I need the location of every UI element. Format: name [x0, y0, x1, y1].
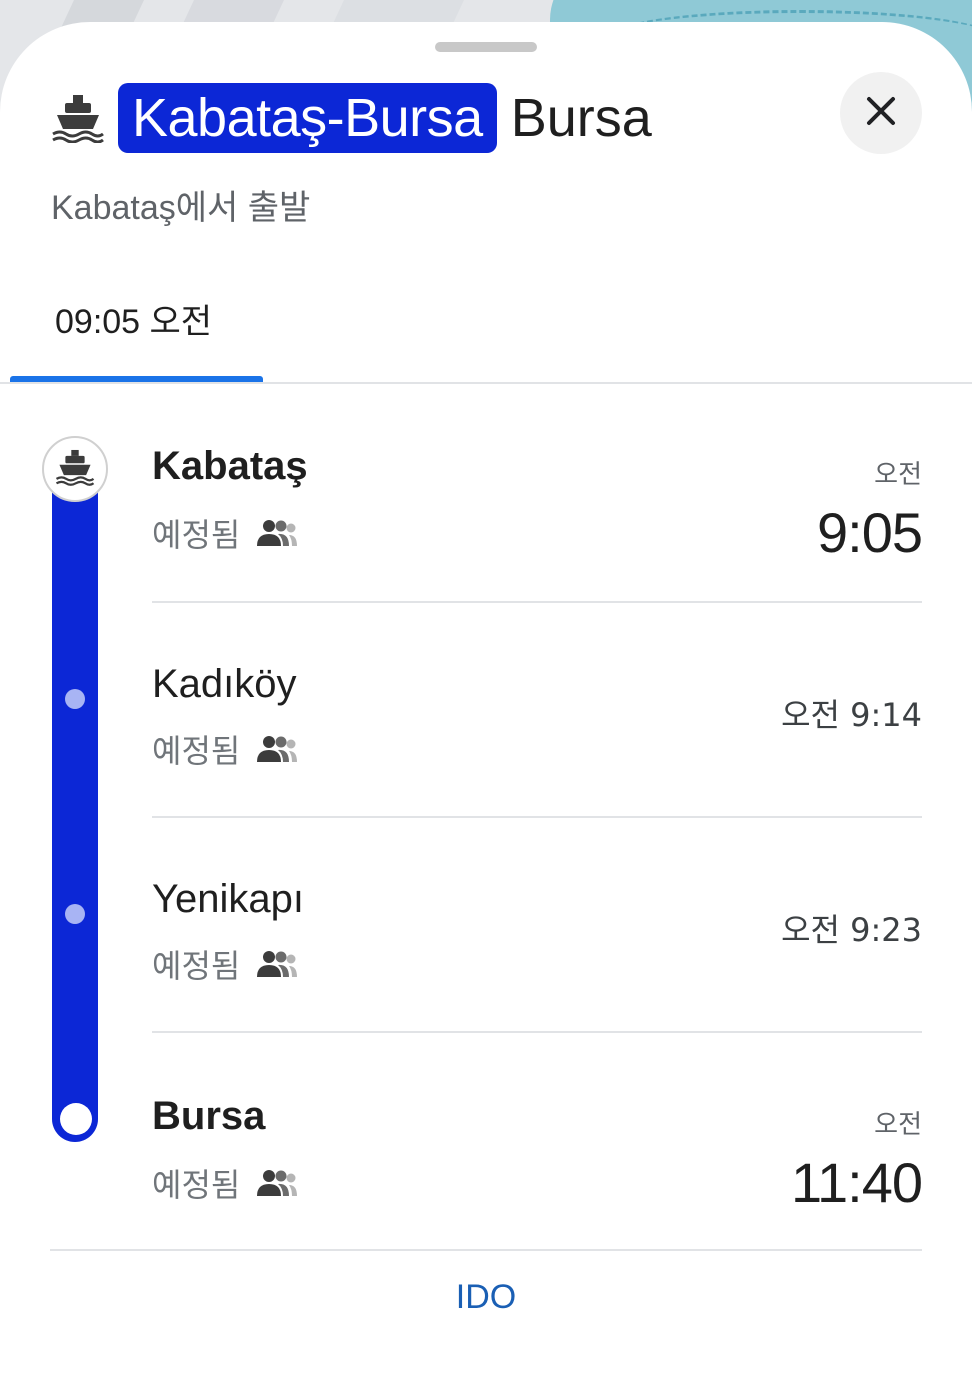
drag-handle[interactable] — [435, 42, 537, 52]
arrival-time: 오전 9:14 — [781, 696, 922, 734]
row-divider — [50, 1249, 922, 1251]
intermediate-stop-marker — [65, 904, 85, 924]
stop-status: 예정됨 — [152, 1160, 298, 1206]
stop-status: 예정됨 — [152, 941, 298, 987]
departure-subtitle: Kabataş에서 출발 — [51, 189, 311, 227]
stop-row[interactable]: Kadıköy 예정됨 오전 9:14 — [152, 660, 922, 780]
ferry-icon — [50, 90, 106, 146]
route-badge: Kabataş-Bursa — [118, 83, 497, 153]
status-text: 예정됨 — [152, 947, 241, 985]
arrival-period: 오전 — [874, 460, 922, 490]
status-text: 예정됨 — [152, 516, 241, 554]
crowd-icon — [256, 519, 298, 547]
tab-divider — [0, 382, 972, 384]
arrival-period: 오전 — [874, 1110, 922, 1140]
crowd-icon — [256, 950, 298, 978]
operator-link[interactable]: IDO — [0, 1278, 972, 1317]
origin-stop-marker — [42, 436, 108, 502]
stop-name: Yenikapı — [152, 877, 304, 921]
ferry-icon — [55, 447, 95, 491]
arrival-time: 11:40 — [791, 1151, 923, 1214]
route-destination: Bursa — [510, 88, 652, 148]
tab-departure-time[interactable]: 09:05 오전 — [10, 272, 263, 382]
row-divider — [152, 816, 922, 818]
stop-row[interactable]: Yenikapı 예정됨 오전 9:23 — [152, 875, 922, 995]
route-header: Kabataş-Bursa Bursa — [50, 82, 652, 154]
stop-name: Kadıköy — [152, 662, 297, 706]
stop-name: Kabataş — [152, 444, 308, 488]
crowd-icon — [256, 1169, 298, 1197]
row-divider — [152, 601, 922, 603]
status-text: 예정됨 — [152, 732, 241, 770]
route-line — [52, 445, 98, 1142]
close-button[interactable] — [840, 72, 922, 154]
destination-stop-marker — [60, 1103, 92, 1135]
status-text: 예정됨 — [152, 1166, 241, 1204]
stop-row[interactable]: Bursa 예정됨 오전 11:40 — [152, 1090, 923, 1230]
arrival-time: 오전 9:23 — [781, 911, 922, 949]
stop-status: 예정됨 — [152, 726, 298, 772]
stop-status: 예정됨 — [152, 510, 298, 556]
row-divider — [152, 1031, 922, 1033]
stop-row[interactable]: Kabataş 예정됨 오전 9:05 — [152, 440, 923, 580]
crowd-icon — [256, 735, 298, 763]
intermediate-stop-marker — [65, 689, 85, 709]
tab-label: 09:05 오전 — [55, 303, 213, 341]
arrival-time: 9:05 — [817, 501, 923, 564]
stop-name: Bursa — [152, 1094, 266, 1138]
close-icon — [866, 96, 896, 130]
